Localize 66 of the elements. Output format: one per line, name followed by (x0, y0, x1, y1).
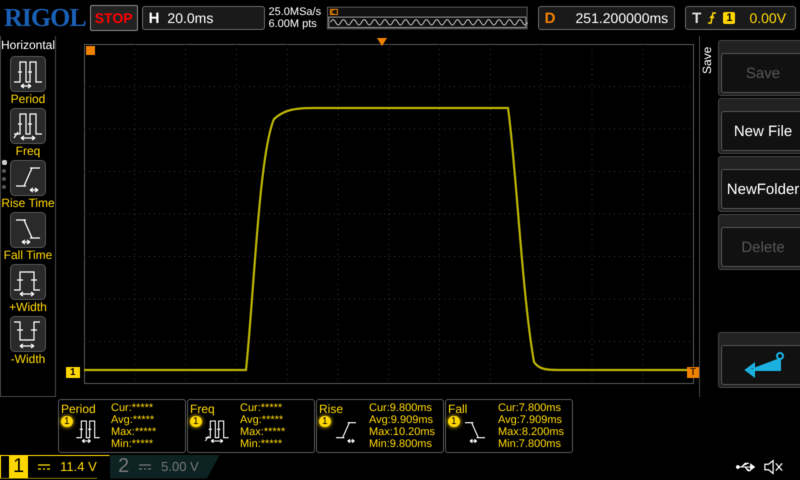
trigger-level: 0.00V (749, 10, 786, 26)
channel-badge: 1 (190, 416, 202, 427)
average-value: Avg:***** (240, 414, 284, 426)
measurement-label: Fall Time (4, 248, 52, 262)
pulse-period-icon[interactable] (10, 56, 46, 92)
current-value: Cur:7.800ms (498, 402, 562, 414)
page-dot[interactable] (2, 185, 6, 189)
maximum-value: Max:***** (240, 426, 286, 438)
channel-badge: 1 (319, 416, 331, 427)
rising-edge-icon (707, 11, 718, 25)
measurement-label: Freq (16, 144, 40, 158)
measurement-label: +Width (9, 300, 47, 314)
minimum-value: Min:***** (240, 438, 284, 450)
trigger-source: 1 (723, 12, 736, 24)
trigger-position-icon (377, 38, 388, 46)
dc-coupling-icon (139, 464, 152, 470)
speaker-muted-icon (764, 458, 784, 474)
current-value: Cur:***** (111, 402, 154, 414)
back-button[interactable] (721, 345, 800, 385)
channel-tab[interactable]: 1 11.4 V (0, 454, 110, 478)
measurement-name: Freq (190, 402, 216, 416)
pulse-frequency-icon[interactable] (10, 108, 46, 144)
average-value: Avg:9.909ms (369, 414, 434, 426)
current-value: Cur:9.800ms (369, 402, 433, 414)
timebase-value: 20.0ms (167, 10, 214, 26)
channel-marker[interactable]: 1 (66, 367, 80, 378)
rising-edge-icon[interactable] (10, 160, 46, 196)
usb-icon (736, 460, 758, 472)
measurement-name: Rise (319, 402, 344, 416)
negative-pulse-icon[interactable] (10, 316, 46, 352)
falling-edge-icon[interactable] (10, 212, 46, 248)
delay-label: D (544, 10, 556, 26)
dc-coupling-icon (38, 464, 50, 470)
maximum-value: Max:***** (111, 426, 156, 438)
average-value: Avg:7.909ms (498, 414, 564, 426)
menu-button[interactable]: New File (721, 111, 800, 151)
memory-depth: 6.00M pts (268, 18, 318, 30)
horizontal-label: H (148, 10, 160, 26)
channel-badge: 1 (61, 416, 73, 427)
channel-tab[interactable]: 2 5.00 V (110, 454, 220, 478)
page-dot[interactable] (2, 169, 6, 173)
run-stop-button[interactable]: STOP (90, 5, 138, 31)
sample-rate: 25.0MSa/s (268, 6, 322, 18)
sidebar-title: Horizontal (1, 38, 56, 52)
current-value: Cur:***** (240, 402, 284, 414)
trigger-marker[interactable]: T (687, 367, 700, 378)
minimum-value: Min:***** (111, 438, 154, 450)
trigger-label: T (692, 10, 702, 26)
measurement-label: Period (10, 92, 46, 106)
menu-button[interactable]: NewFolder (721, 169, 800, 209)
measurement-label: -Width (10, 352, 46, 366)
delay-value: 251.200000ms (576, 10, 668, 26)
brand-logo: RIGOL (4, 3, 86, 33)
measurement-label: Rise Time (1, 196, 55, 210)
maximum-value: Max:10.20ms (369, 426, 436, 438)
marker-icon (86, 46, 96, 55)
average-value: Avg:***** (111, 414, 156, 426)
positive-pulse-icon[interactable] (10, 264, 46, 300)
page-dot[interactable] (2, 177, 6, 181)
channel-badge: 1 (448, 416, 460, 427)
measurement-name: Fall (448, 402, 468, 416)
menu-title: Save (700, 46, 714, 74)
minimum-value: Min:7.800ms (498, 438, 562, 450)
measurement-name: Period (61, 402, 97, 416)
minimum-value: Min:9.800ms (369, 438, 433, 450)
maximum-value: Max:8.200ms (498, 426, 564, 438)
